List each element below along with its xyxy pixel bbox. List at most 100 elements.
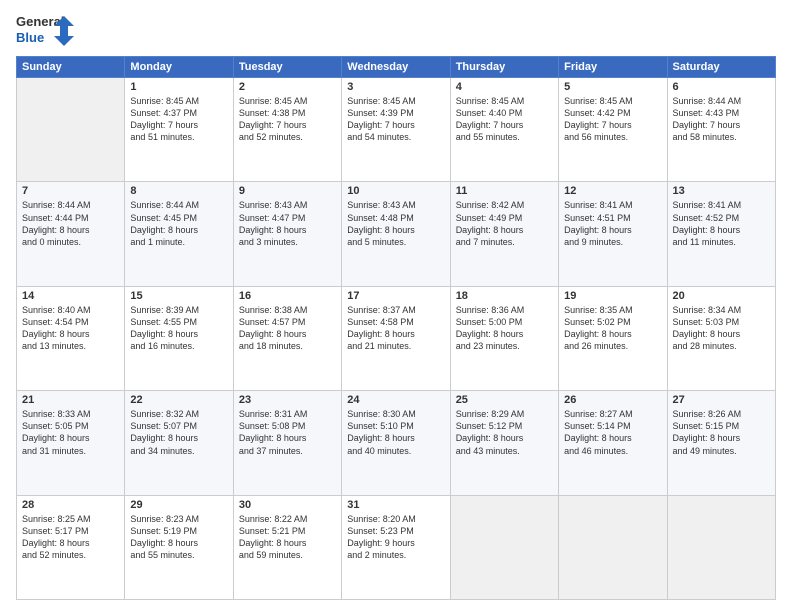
day-number: 12 [564,185,661,197]
calendar-cell: 21 Sunrise: 8:33 AM Sunset: 5:05 PM Dayli… [17,391,125,495]
header: General Blue [16,12,776,48]
cell-info: Sunrise: 8:45 AM Sunset: 4:37 PM Dayligh… [130,95,227,144]
calendar-cell: 10 Sunrise: 8:43 AM Sunset: 4:48 PM Dayli… [342,182,450,286]
calendar-table: SundayMondayTuesdayWednesdayThursdayFrid… [16,56,776,600]
week-row-3: 14 Sunrise: 8:40 AM Sunset: 4:54 PM Dayli… [17,286,776,390]
week-row-5: 28 Sunrise: 8:25 AM Sunset: 5:17 PM Dayli… [17,495,776,599]
day-number: 19 [564,290,661,302]
cell-info: Sunrise: 8:31 AM Sunset: 5:08 PM Dayligh… [239,408,336,457]
cell-info: Sunrise: 8:44 AM Sunset: 4:45 PM Dayligh… [130,199,227,248]
calendar-cell: 13Sunrise: 8:41 AM Sunset: 4:52 PM Dayli… [667,182,775,286]
cell-info: Sunrise: 8:44 AM Sunset: 4:43 PM Dayligh… [673,95,770,144]
day-number: 10 [347,185,444,197]
day-number: 25 [456,394,553,406]
calendar-cell: 3Sunrise: 8:45 AM Sunset: 4:39 PM Daylig… [342,78,450,182]
calendar-cell: 2 Sunrise: 8:45 AM Sunset: 4:38 PM Daylig… [233,78,341,182]
logo: General Blue [16,12,76,48]
calendar-cell [450,495,558,599]
day-header-wednesday: Wednesday [342,57,450,78]
day-number: 16 [239,290,336,302]
day-header-saturday: Saturday [667,57,775,78]
calendar-cell: 15Sunrise: 8:39 AM Sunset: 4:55 PM Dayli… [125,286,233,390]
cell-info: Sunrise: 8:23 AM Sunset: 5:19 PM Dayligh… [130,513,227,562]
calendar-cell: 1 Sunrise: 8:45 AM Sunset: 4:37 PM Daylig… [125,78,233,182]
day-number: 8 [130,185,227,197]
day-number: 17 [347,290,444,302]
day-header-thursday: Thursday [450,57,558,78]
calendar-cell: 11Sunrise: 8:42 AM Sunset: 4:49 PM Dayli… [450,182,558,286]
calendar-cell: 14 Sunrise: 8:40 AM Sunset: 4:54 PM Dayli… [17,286,125,390]
calendar-cell: 19 Sunrise: 8:35 AM Sunset: 5:02 PM Dayli… [559,286,667,390]
cell-info: Sunrise: 8:42 AM Sunset: 4:49 PM Dayligh… [456,199,553,248]
day-number: 31 [347,499,444,511]
cell-info: Sunrise: 8:41 AM Sunset: 4:51 PM Dayligh… [564,199,661,248]
calendar-cell: 18 Sunrise: 8:36 AM Sunset: 5:00 PM Dayli… [450,286,558,390]
calendar-cell: 26 Sunrise: 8:27 AM Sunset: 5:14 PM Dayli… [559,391,667,495]
day-number: 27 [673,394,770,406]
day-number: 5 [564,81,661,93]
calendar-cell: 24 Sunrise: 8:30 AM Sunset: 5:10 PM Dayli… [342,391,450,495]
day-number: 28 [22,499,119,511]
day-number: 29 [130,499,227,511]
cell-info: Sunrise: 8:36 AM Sunset: 5:00 PM Dayligh… [456,304,553,353]
day-number: 2 [239,81,336,93]
day-header-friday: Friday [559,57,667,78]
logo-svg: General Blue [16,12,76,48]
cell-info: Sunrise: 8:34 AM Sunset: 5:03 PM Dayligh… [673,304,770,353]
calendar-cell: 7Sunrise: 8:44 AM Sunset: 4:44 PM Daylig… [17,182,125,286]
calendar-cell: 25 Sunrise: 8:29 AM Sunset: 5:12 PM Dayli… [450,391,558,495]
day-number: 30 [239,499,336,511]
calendar-cell: 8 Sunrise: 8:44 AM Sunset: 4:45 PM Daylig… [125,182,233,286]
svg-text:General: General [16,14,64,29]
cell-info: Sunrise: 8:43 AM Sunset: 4:47 PM Dayligh… [239,199,336,248]
day-header-monday: Monday [125,57,233,78]
day-header-sunday: Sunday [17,57,125,78]
cell-info: Sunrise: 8:30 AM Sunset: 5:10 PM Dayligh… [347,408,444,457]
svg-text:Blue: Blue [16,30,44,45]
cell-info: Sunrise: 8:45 AM Sunset: 4:38 PM Dayligh… [239,95,336,144]
calendar-cell: 31 Sunrise: 8:20 AM Sunset: 5:23 PM Dayli… [342,495,450,599]
week-row-2: 7Sunrise: 8:44 AM Sunset: 4:44 PM Daylig… [17,182,776,286]
days-header-row: SundayMondayTuesdayWednesdayThursdayFrid… [17,57,776,78]
day-number: 14 [22,290,119,302]
calendar-cell: 20 Sunrise: 8:34 AM Sunset: 5:03 PM Dayli… [667,286,775,390]
week-row-1: 1 Sunrise: 8:45 AM Sunset: 4:37 PM Daylig… [17,78,776,182]
calendar-cell: 6 Sunrise: 8:44 AM Sunset: 4:43 PM Daylig… [667,78,775,182]
day-number: 9 [239,185,336,197]
day-number: 18 [456,290,553,302]
calendar-cell: 28 Sunrise: 8:25 AM Sunset: 5:17 PM Dayli… [17,495,125,599]
cell-info: Sunrise: 8:44 AM Sunset: 4:44 PM Dayligh… [22,199,119,248]
day-number: 22 [130,394,227,406]
calendar-cell: 12 Sunrise: 8:41 AM Sunset: 4:51 PM Dayli… [559,182,667,286]
cell-info: Sunrise: 8:43 AM Sunset: 4:48 PM Dayligh… [347,199,444,248]
cell-info: Sunrise: 8:22 AM Sunset: 5:21 PM Dayligh… [239,513,336,562]
day-number: 6 [673,81,770,93]
cell-info: Sunrise: 8:20 AM Sunset: 5:23 PM Dayligh… [347,513,444,562]
week-row-4: 21 Sunrise: 8:33 AM Sunset: 5:05 PM Dayli… [17,391,776,495]
cell-info: Sunrise: 8:33 AM Sunset: 5:05 PM Dayligh… [22,408,119,457]
day-number: 26 [564,394,661,406]
day-number: 15 [130,290,227,302]
cell-info: Sunrise: 8:37 AM Sunset: 4:58 PM Dayligh… [347,304,444,353]
cell-info: Sunrise: 8:29 AM Sunset: 5:12 PM Dayligh… [456,408,553,457]
calendar-cell: 9 Sunrise: 8:43 AM Sunset: 4:47 PM Daylig… [233,182,341,286]
calendar-cell [667,495,775,599]
cell-info: Sunrise: 8:35 AM Sunset: 5:02 PM Dayligh… [564,304,661,353]
cell-info: Sunrise: 8:27 AM Sunset: 5:14 PM Dayligh… [564,408,661,457]
day-number: 4 [456,81,553,93]
day-number: 24 [347,394,444,406]
calendar-body: 1 Sunrise: 8:45 AM Sunset: 4:37 PM Daylig… [17,78,776,600]
day-number: 20 [673,290,770,302]
cell-info: Sunrise: 8:32 AM Sunset: 5:07 PM Dayligh… [130,408,227,457]
calendar-cell [17,78,125,182]
day-number: 21 [22,394,119,406]
calendar-header: SundayMondayTuesdayWednesdayThursdayFrid… [17,57,776,78]
calendar-cell [559,495,667,599]
cell-info: Sunrise: 8:41 AM Sunset: 4:52 PM Dayligh… [673,199,770,248]
calendar-cell: 27Sunrise: 8:26 AM Sunset: 5:15 PM Dayli… [667,391,775,495]
cell-info: Sunrise: 8:45 AM Sunset: 4:40 PM Dayligh… [456,95,553,144]
cell-info: Sunrise: 8:40 AM Sunset: 4:54 PM Dayligh… [22,304,119,353]
cell-info: Sunrise: 8:25 AM Sunset: 5:17 PM Dayligh… [22,513,119,562]
calendar-cell: 4 Sunrise: 8:45 AM Sunset: 4:40 PM Daylig… [450,78,558,182]
day-number: 1 [130,81,227,93]
